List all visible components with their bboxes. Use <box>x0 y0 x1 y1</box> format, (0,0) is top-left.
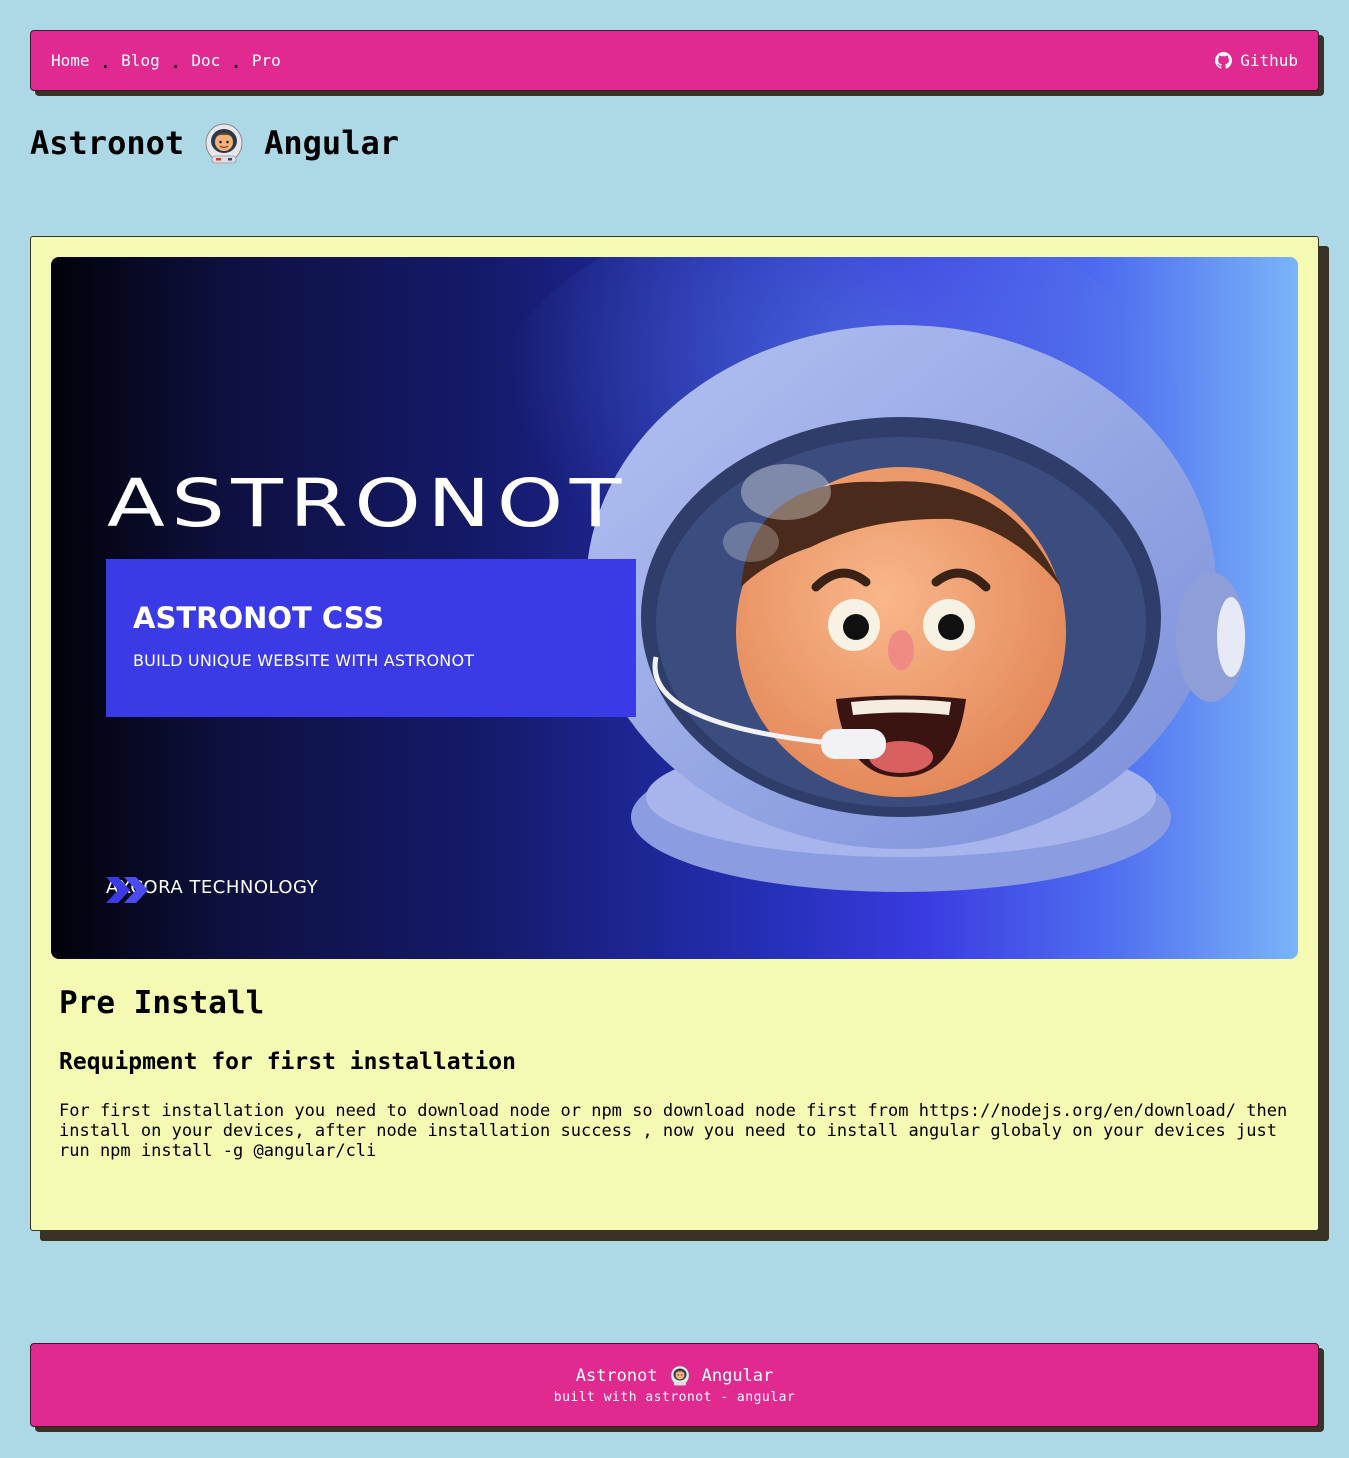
article-body: For first installation you need to downl… <box>59 1101 1288 1161</box>
footer-subtitle: built with astronot - angular <box>553 1390 796 1405</box>
page-title: Astronot Angular <box>30 118 399 168</box>
github-label: Github <box>1240 51 1298 70</box>
hero-box-subtitle: BUILD UNIQUE WEBSITE WITH ASTRONOT <box>133 651 475 670</box>
page-title-right: Angular <box>264 124 399 162</box>
astronaut-emoji-icon <box>205 123 243 164</box>
hero-image: ASTRONOT ASTRONOT CSS BUILD UNIQUE WEBSI… <box>51 257 1298 959</box>
hero-banner-box: ASTRONOT CSS BUILD UNIQUE WEBSITE WITH A… <box>106 559 636 717</box>
nav-link-home[interactable]: Home <box>51 51 90 70</box>
nav-separator: . <box>231 53 241 72</box>
top-navbar: Home . Blog . Doc . Pro Github <box>30 30 1319 91</box>
hero-brand: AXCORA TECHNOLOGY <box>106 877 318 903</box>
hero-box-title: ASTRONOT CSS <box>133 601 385 635</box>
page-title-left: Astronot <box>30 124 185 162</box>
article-heading: Pre Install <box>59 985 265 1021</box>
footer: Astronot Angular built with astronot - a… <box>30 1343 1319 1427</box>
github-link[interactable]: Github <box>1215 51 1298 70</box>
hero-wordmark: ASTRONOT <box>107 465 628 542</box>
nav-separator: . <box>170 53 181 72</box>
astronaut-emoji-icon <box>670 1365 689 1386</box>
github-icon <box>1215 52 1233 69</box>
nav-link-pro[interactable]: Pro <box>252 51 281 70</box>
double-chevron-logo-icon <box>106 877 148 903</box>
article-subheading: Requipment for first installation <box>59 1049 516 1075</box>
article-card: ASTRONOT ASTRONOT CSS BUILD UNIQUE WEBSI… <box>30 236 1319 1231</box>
footer-title-left: Astronot <box>575 1365 658 1386</box>
footer-title: Astronot Angular <box>575 1365 774 1386</box>
nav-separator: . <box>100 53 111 72</box>
footer-title-right: Angular <box>701 1365 774 1386</box>
nav-link-doc[interactable]: Doc <box>191 51 220 70</box>
nav-link-blog[interactable]: Blog <box>121 51 160 70</box>
nav-links: Home . Blog . Doc . Pro <box>51 51 281 72</box>
